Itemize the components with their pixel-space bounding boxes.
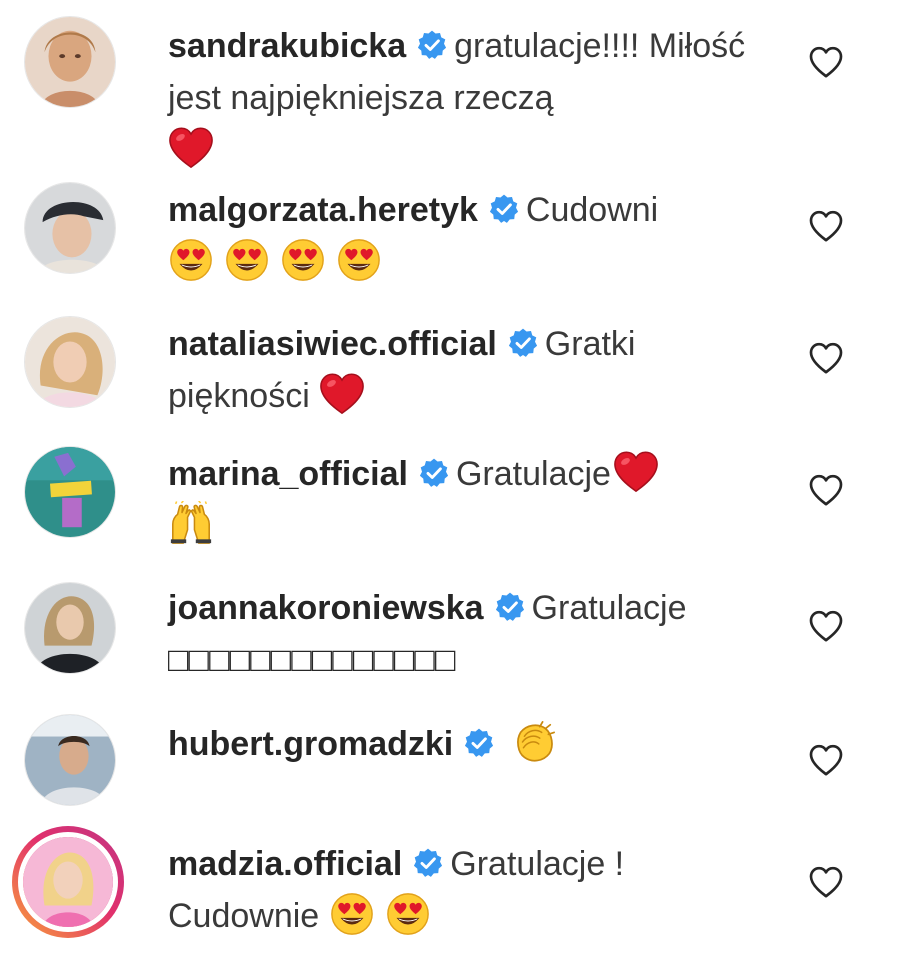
red-heart-emoji-icon — [613, 449, 659, 495]
comment-username[interactable]: sandrakubicka — [168, 27, 406, 65]
red-heart-emoji-icon — [319, 371, 365, 417]
comment-text: Gratulacje — [455, 455, 611, 493]
comment-username[interactable]: madzia.official — [168, 845, 402, 883]
avatar-story-ring[interactable] — [12, 826, 124, 938]
raising-hands-emoji-icon — [168, 501, 214, 547]
like-heart-icon[interactable] — [806, 470, 846, 510]
comment-text: Gratulacje — [531, 589, 687, 627]
comment-username[interactable]: joannakoroniewska — [168, 589, 484, 627]
heart-eyes-emoji-icon — [385, 891, 431, 937]
verified-badge-icon — [488, 193, 520, 225]
comment-username[interactable]: malgorzata.heretyk — [168, 191, 478, 229]
heart-eyes-emoji-icon — [280, 237, 326, 283]
avatar[interactable] — [24, 714, 116, 806]
verified-badge-icon — [416, 29, 448, 61]
comment-text: Cudowni — [525, 191, 659, 229]
clapping-hands-emoji-icon — [511, 719, 557, 765]
avatar-image — [25, 317, 115, 407]
avatar[interactable] — [24, 446, 116, 538]
red-heart-emoji-icon — [168, 125, 214, 171]
unrendered-emoji-glyphs: □□□□□□□□□□□□□□ — [168, 641, 456, 679]
avatar[interactable] — [24, 16, 116, 108]
avatar-image — [25, 17, 115, 107]
comment-username[interactable]: hubert.gromadzki — [168, 725, 453, 763]
avatar-image — [25, 183, 115, 273]
like-heart-icon[interactable] — [806, 338, 846, 378]
heart-eyes-emoji-icon — [224, 237, 270, 283]
heart-eyes-emoji-icon — [329, 891, 375, 937]
verified-badge-icon — [507, 327, 539, 359]
comment-username[interactable]: nataliasiwiec.official — [168, 325, 497, 363]
verified-badge-icon — [463, 727, 495, 759]
heart-eyes-emoji-icon — [336, 237, 382, 283]
avatar-image — [25, 715, 115, 805]
avatar-image — [23, 837, 113, 927]
verified-badge-icon — [494, 591, 526, 623]
avatar[interactable] — [24, 182, 116, 274]
heart-eyes-emoji-icon — [168, 237, 214, 283]
avatar-image — [25, 447, 115, 537]
like-heart-icon[interactable] — [806, 42, 846, 82]
avatar[interactable] — [24, 316, 116, 408]
verified-badge-icon — [412, 847, 444, 879]
like-heart-icon[interactable] — [806, 862, 846, 902]
like-heart-icon[interactable] — [806, 606, 846, 646]
comment-username[interactable]: marina_official — [168, 455, 408, 493]
like-heart-icon[interactable] — [806, 206, 846, 246]
avatar-image — [25, 583, 115, 673]
like-heart-icon[interactable] — [806, 740, 846, 780]
verified-badge-icon — [418, 457, 450, 489]
avatar[interactable] — [24, 582, 116, 674]
